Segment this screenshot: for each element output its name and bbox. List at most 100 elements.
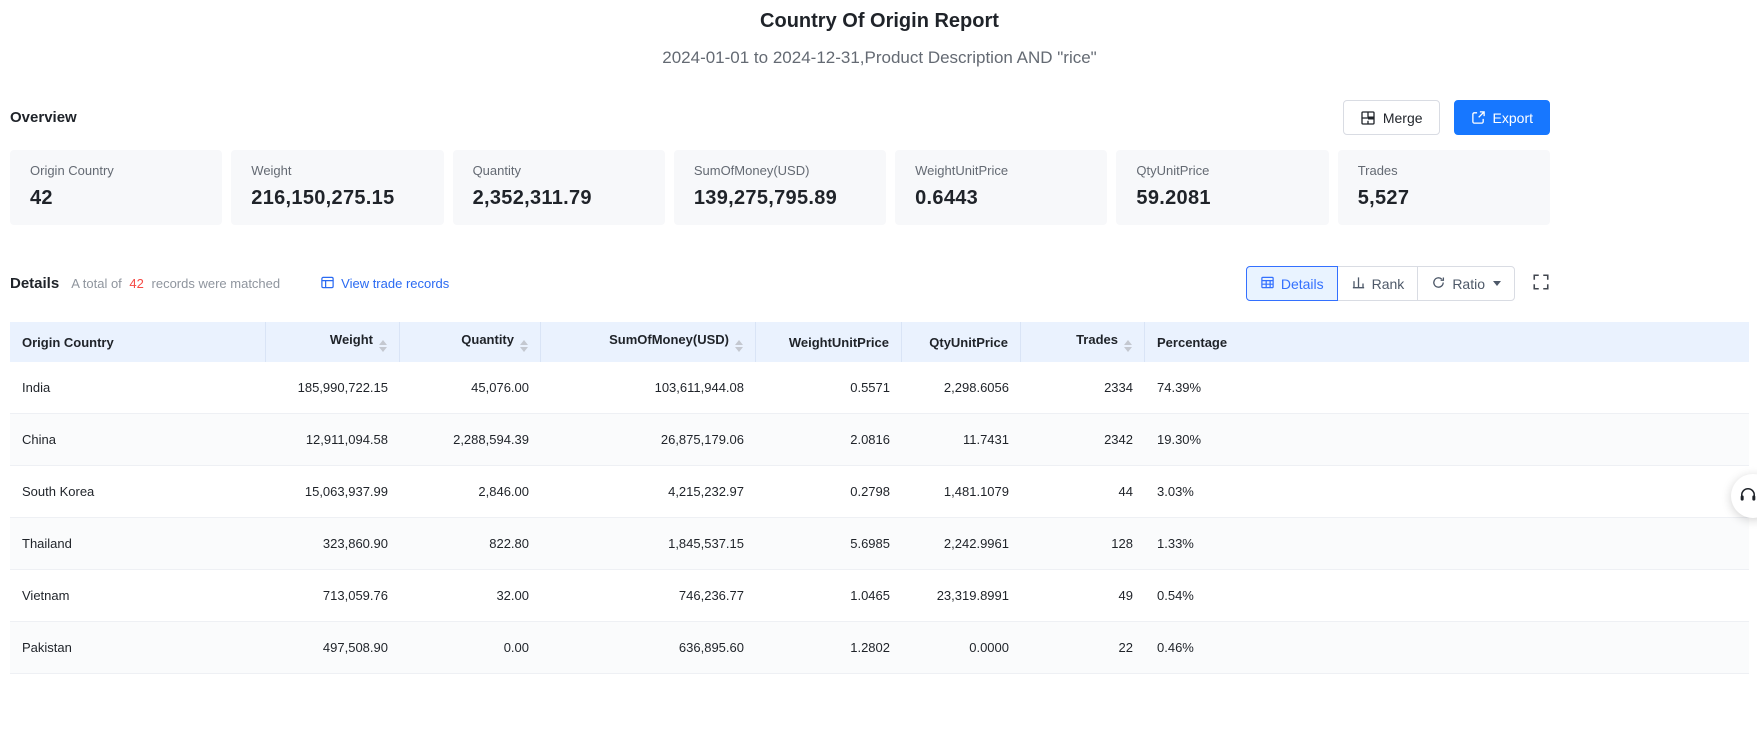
details-controls: Details Rank Ratio	[1245, 266, 1550, 301]
column-header-label: Trades	[1076, 332, 1118, 347]
rank-icon	[1351, 275, 1366, 293]
cell-sumofmoney-usd: 1,845,537.15	[541, 518, 756, 570]
stat-card-label: Trades	[1357, 163, 1398, 178]
stat-card-value: 139,275,795.89	[693, 187, 838, 209]
cell-trades: 22	[1021, 622, 1145, 674]
table-row-vietnam[interactable]: Vietnam 713,059.76 32.00 746,236.77 1.0465 23…	[10, 570, 1749, 622]
details-section-title: Details	[10, 275, 60, 292]
view-switcher: Details Rank Ratio	[1245, 266, 1515, 301]
rank-view-button[interactable]: Rank	[1336, 266, 1419, 301]
stat-card-label: WeightUnitPrice	[915, 163, 1009, 178]
cell-weight: 713,059.76	[266, 570, 400, 622]
stat-card-label: SumOfMoney(USD)	[693, 163, 810, 178]
cell-trades: 128	[1021, 518, 1145, 570]
table-row-china[interactable]: China 12,911,094.58 2,288,594.39 26,875,179…	[10, 414, 1749, 466]
cell-percentage: 1.33%	[1145, 518, 1749, 570]
cell-sumofmoney-usd: 103,611,944.08	[541, 362, 756, 414]
sort-ascending-icon	[1124, 340, 1132, 345]
table-row-india[interactable]: India 185,990,722.15 45,076.00 103,611,944.…	[10, 362, 1749, 414]
cell-origin-country: India	[10, 362, 266, 414]
column-header-label: WeightUnitPrice	[788, 334, 889, 350]
merge-icon	[1360, 110, 1376, 126]
table-row-thailand[interactable]: Thailand 323,860.90 822.80 1,845,537.15 5.69…	[10, 518, 1749, 570]
column-header-label: Quantity	[461, 332, 514, 347]
table-body: India 185,990,722.15 45,076.00 103,611,944.…	[10, 362, 1749, 674]
sort-descending-icon	[379, 347, 387, 352]
view-trade-records-link[interactable]: View trade records	[320, 275, 449, 293]
column-header-trades[interactable]: Trades	[1021, 322, 1145, 362]
cell-sumofmoney-usd: 4,215,232.97	[541, 466, 756, 518]
cell-trades: 49	[1021, 570, 1145, 622]
cell-percentage: 0.54%	[1145, 570, 1749, 622]
cell-percentage: 3.03%	[1145, 466, 1749, 518]
column-header-sumofmoney-usd[interactable]: SumOfMoney(USD)	[541, 322, 756, 362]
stat-card-label: Quantity	[472, 163, 521, 178]
ratio-view-label: Ratio	[1452, 275, 1485, 292]
rank-view-label: Rank	[1371, 275, 1405, 292]
stat-card-value: 216,150,275.15	[251, 187, 395, 209]
cell-weightunitprice: 1.2802	[756, 622, 902, 674]
cell-sumofmoney-usd: 26,875,179.06	[541, 414, 756, 466]
table-row-south-korea[interactable]: South Korea 15,063,937.99 2,846.00 4,215,23…	[10, 466, 1749, 518]
sort-ascending-icon	[735, 340, 743, 345]
cell-trades: 2342	[1021, 414, 1145, 466]
cell-qtyunitprice: 1,481.1079	[902, 466, 1021, 518]
stat-card-qtyunitprice: QtyUnitPrice 59.2081	[1116, 150, 1329, 225]
cell-trades: 2334	[1021, 362, 1145, 414]
stat-card-trades: Trades 5,527	[1337, 150, 1550, 225]
sort-ascending-icon	[379, 340, 387, 345]
merge-button-label: Merge	[1382, 109, 1423, 126]
cell-origin-country: Thailand	[10, 518, 266, 570]
export-button-label: Export	[1492, 109, 1533, 126]
ratio-icon	[1431, 275, 1446, 293]
stat-card-label: QtyUnitPrice	[1136, 163, 1210, 178]
stat-card-value: 59.2081	[1136, 187, 1211, 209]
table-header-row: Origin Country Weight Quantity SumOfMoney(U…	[10, 322, 1749, 362]
export-icon	[1471, 110, 1486, 125]
export-button[interactable]: Export	[1453, 100, 1550, 135]
overview-header-row: Overview Merge Export	[10, 100, 1550, 135]
column-header-weight[interactable]: Weight	[266, 322, 400, 362]
cell-quantity: 0.00	[400, 622, 541, 674]
sort-icon[interactable]	[520, 340, 528, 352]
cell-weight: 15,063,937.99	[266, 466, 400, 518]
sort-icon[interactable]	[379, 340, 387, 352]
stat-card-value: 0.6443	[915, 187, 979, 209]
fullscreen-button[interactable]	[1532, 273, 1550, 294]
cell-origin-country: Pakistan	[10, 622, 266, 674]
cell-quantity: 32.00	[400, 570, 541, 622]
cell-weightunitprice: 2.0816	[756, 414, 902, 466]
cell-percentage: 74.39%	[1145, 362, 1749, 414]
column-header-origin-country: Origin Country	[10, 322, 266, 362]
fullscreen-icon	[1532, 273, 1550, 294]
cell-weight: 497,508.90	[266, 622, 400, 674]
details-view-label: Details	[1280, 275, 1324, 292]
sort-ascending-icon	[520, 340, 528, 345]
details-table-icon	[1260, 275, 1275, 293]
cell-qtyunitprice: 2,242.9961	[902, 518, 1021, 570]
sort-descending-icon	[520, 347, 528, 352]
cell-weight: 323,860.90	[266, 518, 400, 570]
stat-card-value: 42	[30, 187, 53, 209]
page-title: Country Of Origin Report	[760, 10, 999, 32]
cell-qtyunitprice: 23,319.8991	[902, 570, 1021, 622]
column-header-quantity[interactable]: Quantity	[400, 322, 541, 362]
details-view-button[interactable]: Details	[1245, 266, 1338, 301]
stat-card-quantity: Quantity 2,352,311.79	[452, 150, 665, 225]
merge-button[interactable]: Merge	[1342, 100, 1440, 135]
table-row-pakistan[interactable]: Pakistan 497,508.90 0.00 636,895.60 1.2802 0.…	[10, 622, 1749, 674]
ratio-view-button[interactable]: Ratio	[1417, 266, 1515, 301]
stat-card-label: Weight	[251, 163, 292, 178]
sort-icon[interactable]	[735, 340, 743, 352]
cell-percentage: 19.30%	[1145, 414, 1749, 466]
column-header-label: QtyUnitPrice	[929, 334, 1008, 350]
cell-origin-country: China	[10, 414, 266, 466]
sort-icon[interactable]	[1124, 340, 1132, 352]
cell-qtyunitprice: 2,298.6056	[902, 362, 1021, 414]
cell-sumofmoney-usd: 746,236.77	[541, 570, 756, 622]
column-header-label: Weight	[329, 332, 373, 347]
sort-descending-icon	[1124, 347, 1132, 352]
details-header-row: Details A total of 42 records were match…	[10, 266, 1550, 301]
cell-weightunitprice: 1.0465	[756, 570, 902, 622]
cell-origin-country: Vietnam	[10, 570, 266, 622]
